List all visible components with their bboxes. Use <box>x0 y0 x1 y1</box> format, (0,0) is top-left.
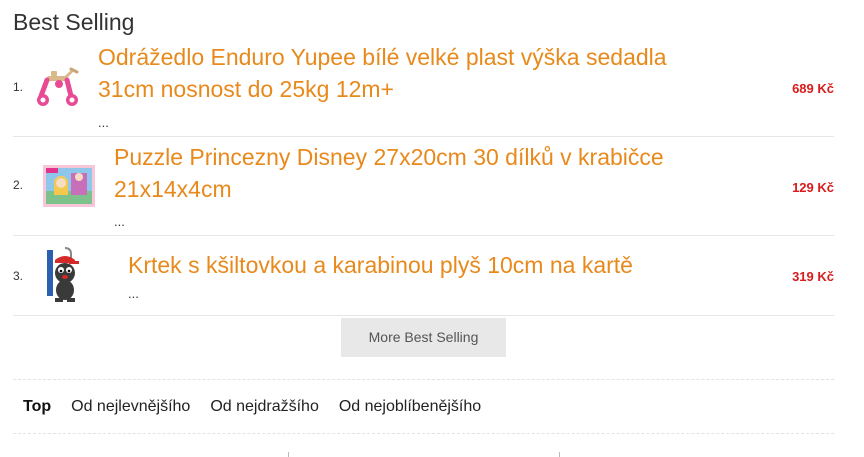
item-rank: 1. <box>13 80 24 94</box>
divider <box>13 379 834 380</box>
sort-most-expensive[interactable]: Od nejdražšího <box>210 396 319 418</box>
more-best-selling-button[interactable]: More Best Selling <box>341 318 506 357</box>
list-item: 3. Krtek s kšiltovkou a karabinou plyš 1… <box>13 236 834 316</box>
sort-cheapest[interactable]: Od nejlevnějšího <box>71 396 190 418</box>
divider <box>13 433 834 434</box>
list-item: 2. Puzzle Princezny Disney 27x20cm 30 dí… <box>13 137 834 236</box>
sort-most-popular[interactable]: Od nejoblíbenějšího <box>339 396 481 418</box>
best-selling-list: 1. Odrážedlo Enduro Yupee bílé velké pla… <box>13 38 834 316</box>
product-title-line: 21x14x4cm <box>114 176 232 202</box>
product-title-link[interactable]: Odrážedlo Enduro Yupee bílé velké plast … <box>98 41 667 105</box>
sort-bar: Top Od nejlevnějšího Od nejdražšího Od n… <box>23 396 481 418</box>
product-title-line: Puzzle Princezny Disney 27x20cm 30 dílků… <box>114 144 664 170</box>
item-rank: 3. <box>13 269 24 283</box>
product-title-line: Krtek s kšiltovkou a karabinou plyš 10cm… <box>128 252 633 278</box>
section-title: Best Selling <box>13 9 135 35</box>
product-title-line: Odrážedlo Enduro Yupee bílé velké plast … <box>98 44 667 70</box>
ride-on-toy-icon[interactable] <box>35 66 81 108</box>
item-rank: 2. <box>13 178 24 192</box>
page: Best Selling 1. Odrážedlo Enduro Yupee b… <box>0 0 864 457</box>
product-title-link[interactable]: Krtek s kšiltovkou a karabinou plyš 10cm… <box>128 249 633 281</box>
product-title-line: 31cm nosnost do 25kg 12m+ <box>98 76 394 102</box>
product-title-link[interactable]: Puzzle Princezny Disney 27x20cm 30 dílků… <box>114 141 664 205</box>
plush-mole-icon[interactable] <box>47 246 83 304</box>
product-price: 319 Kč <box>792 269 834 284</box>
product-price: 129 Kč <box>792 180 834 195</box>
product-price: 689 Kč <box>792 81 834 96</box>
product-description: ... <box>128 286 139 301</box>
puzzle-box-icon[interactable] <box>43 165 95 207</box>
divider-tick <box>559 452 560 457</box>
list-item: 1. Odrážedlo Enduro Yupee bílé velké pla… <box>13 38 834 137</box>
product-description: ... <box>98 115 109 130</box>
product-description: ... <box>114 214 125 229</box>
divider-tick <box>288 452 289 457</box>
sort-top[interactable]: Top <box>23 396 51 418</box>
